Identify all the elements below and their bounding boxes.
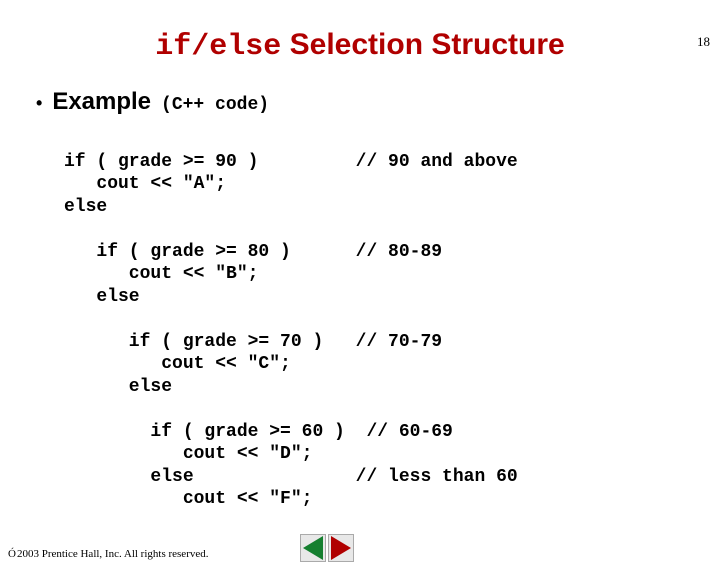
bullet-text: Example [52,88,151,116]
code-line: cout << "C"; [64,354,291,374]
code-line: cout << "B"; [64,264,258,284]
code-line: if ( grade >= 70 ) // 70-79 [64,332,442,352]
code-line: cout << "A"; [64,174,226,194]
code-line: if ( grade >= 60 ) // 60-69 [64,422,453,442]
code-line: if ( grade >= 80 ) // 80-89 [64,242,442,262]
code-block: if ( grade >= 90 ) // 90 and above cout … [64,128,684,533]
slide-title: if/else Selection Structure [0,28,720,64]
code-line: else [64,197,107,217]
next-slide-button[interactable] [328,534,354,562]
bullet-dot-icon: • [36,94,42,112]
nav-controls [300,534,354,562]
code-line: else // less than 60 [64,467,518,487]
code-line: if ( grade >= 90 ) // 90 and above [64,152,518,172]
prev-slide-button[interactable] [300,534,326,562]
copyright-symbol: Ó [8,548,16,560]
code-line: cout << "F"; [64,489,312,509]
title-rest: Selection Structure [281,28,564,61]
code-line: else [64,287,140,307]
page-number: 18 [697,34,710,50]
title-mono: if/else [155,30,281,64]
code-line: else [64,377,172,397]
copyright: Ó 2003 Prentice Hall, Inc. All rights re… [8,548,209,560]
code-line: cout << "D"; [64,444,312,464]
bullet-sub: (C++ code) [161,95,269,115]
copyright-text: 2003 Prentice Hall, Inc. All rights rese… [17,548,209,560]
bullet-example: • Example (C++ code) [36,88,684,116]
